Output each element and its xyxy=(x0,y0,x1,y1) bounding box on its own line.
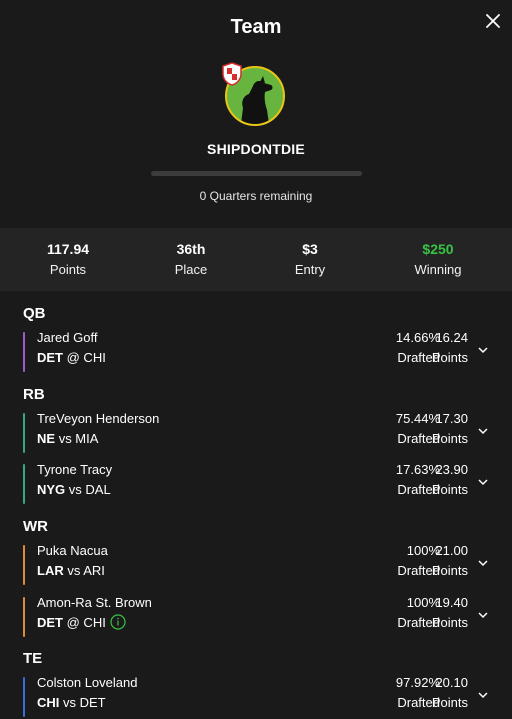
player-name: TreVeyon Henderson xyxy=(37,411,160,426)
chevron-down-icon[interactable] xyxy=(477,557,489,569)
points-value: 17.30 xyxy=(435,411,468,426)
player-matchup: NYG vs DAL xyxy=(37,482,111,497)
page-title: Team xyxy=(230,16,282,38)
player-name: Amon-Ra St. Brown xyxy=(37,595,152,610)
player-row[interactable]: Amon-Ra St. Brown DET @ CHI 100% Drafted… xyxy=(23,595,493,637)
player-row[interactable]: Jared Goff DET @ CHI 14.66% Drafted 16.2… xyxy=(23,330,493,372)
player-row[interactable]: Colston Loveland CHI vs DET 97.92% Draft… xyxy=(23,675,493,717)
section-wr: WR xyxy=(23,518,48,535)
player-matchup: NE vs MIA xyxy=(37,431,98,446)
player-row[interactable]: Puka Nacua LAR vs ARI 100% Drafted 21.00… xyxy=(23,543,493,585)
points-label: Points xyxy=(431,482,468,497)
team-header: Team SHIPDONTDIE 0 Quarters remaining xyxy=(0,0,512,228)
chevron-down-icon[interactable] xyxy=(477,609,489,621)
matchup-text: vs DAL xyxy=(68,482,111,497)
team-avatar xyxy=(222,62,287,128)
close-icon[interactable] xyxy=(482,10,504,32)
points-label: Points xyxy=(431,563,468,578)
progress-bar xyxy=(151,171,362,176)
player-name: Colston Loveland xyxy=(37,675,138,690)
quarters-remaining: 0 Quarters remaining xyxy=(199,189,313,203)
stat-entry: $3 Entry xyxy=(295,241,325,277)
chevron-down-icon[interactable] xyxy=(477,689,489,701)
player-matchup: LAR vs ARI xyxy=(37,563,105,578)
position-bar xyxy=(23,597,25,637)
team-abbr: NYG xyxy=(37,482,66,497)
position-bar xyxy=(23,677,25,717)
team-abbr: NE xyxy=(37,431,56,446)
team-abbr: LAR xyxy=(37,563,64,578)
chevron-down-icon[interactable] xyxy=(477,344,489,356)
stat-label: Points xyxy=(49,262,87,277)
player-matchup: DET @ CHI xyxy=(37,350,106,365)
stat-points: 117.94 Points xyxy=(47,241,89,277)
player-name: Jared Goff xyxy=(37,330,98,345)
team-abbr: DET xyxy=(37,350,63,365)
matchup-text: vs DET xyxy=(63,695,106,710)
position-bar xyxy=(23,545,25,585)
stat-value: $250 xyxy=(422,241,454,257)
matchup-text: vs MIA xyxy=(58,431,99,446)
player-name: Puka Nacua xyxy=(37,543,108,558)
player-name: Tyrone Tracy xyxy=(37,462,113,477)
chevron-down-icon[interactable] xyxy=(477,425,489,437)
points-value: 21.00 xyxy=(435,543,468,558)
stat-place: 36th Place xyxy=(175,241,208,277)
points-value: 16.24 xyxy=(435,330,468,345)
position-bar xyxy=(23,332,25,372)
stats-bar: 117.94 Points 36th Place $3 Entry $250 W… xyxy=(0,228,512,291)
position-bar xyxy=(23,464,25,504)
matchup-text: @ CHI xyxy=(66,615,106,630)
player-matchup: CHI vs DET xyxy=(37,695,106,710)
shield-icon xyxy=(222,62,242,86)
matchup-text: @ CHI xyxy=(66,350,106,365)
points-value: 20.10 xyxy=(435,675,468,690)
points-value: 23.90 xyxy=(435,462,468,477)
section-rb: RB xyxy=(23,386,45,403)
player-row[interactable]: Tyrone Tracy NYG vs DAL 17.63% Drafted 2… xyxy=(23,462,493,504)
team-name: SHIPDONTDIE xyxy=(207,141,305,157)
player-matchup: DET @ CHI xyxy=(37,614,126,630)
points-label: Points xyxy=(431,695,468,710)
section-te: TE xyxy=(23,650,43,667)
matchup-text: vs ARI xyxy=(67,563,105,578)
chevron-down-icon[interactable] xyxy=(477,476,489,488)
stat-value: $3 xyxy=(302,241,318,257)
stat-label: Winning xyxy=(414,262,462,277)
section-qb: QB xyxy=(23,305,46,322)
points-label: Points xyxy=(431,615,468,630)
stat-winning: $250 Winning xyxy=(415,241,462,277)
position-bar xyxy=(23,413,25,453)
stat-value: 36th xyxy=(176,241,206,257)
points-label: Points xyxy=(431,431,468,446)
player-row[interactable]: TreVeyon Henderson NE vs MIA 75.44% Draf… xyxy=(23,411,493,453)
stat-label: Place xyxy=(174,262,208,277)
stat-label: Entry xyxy=(294,262,326,277)
points-value: 19.40 xyxy=(435,595,468,610)
team-abbr: CHI xyxy=(37,695,60,710)
team-abbr: DET xyxy=(37,615,63,630)
info-icon[interactable] xyxy=(110,614,126,630)
points-label: Points xyxy=(431,350,468,365)
stat-value: 117.94 xyxy=(46,241,90,257)
